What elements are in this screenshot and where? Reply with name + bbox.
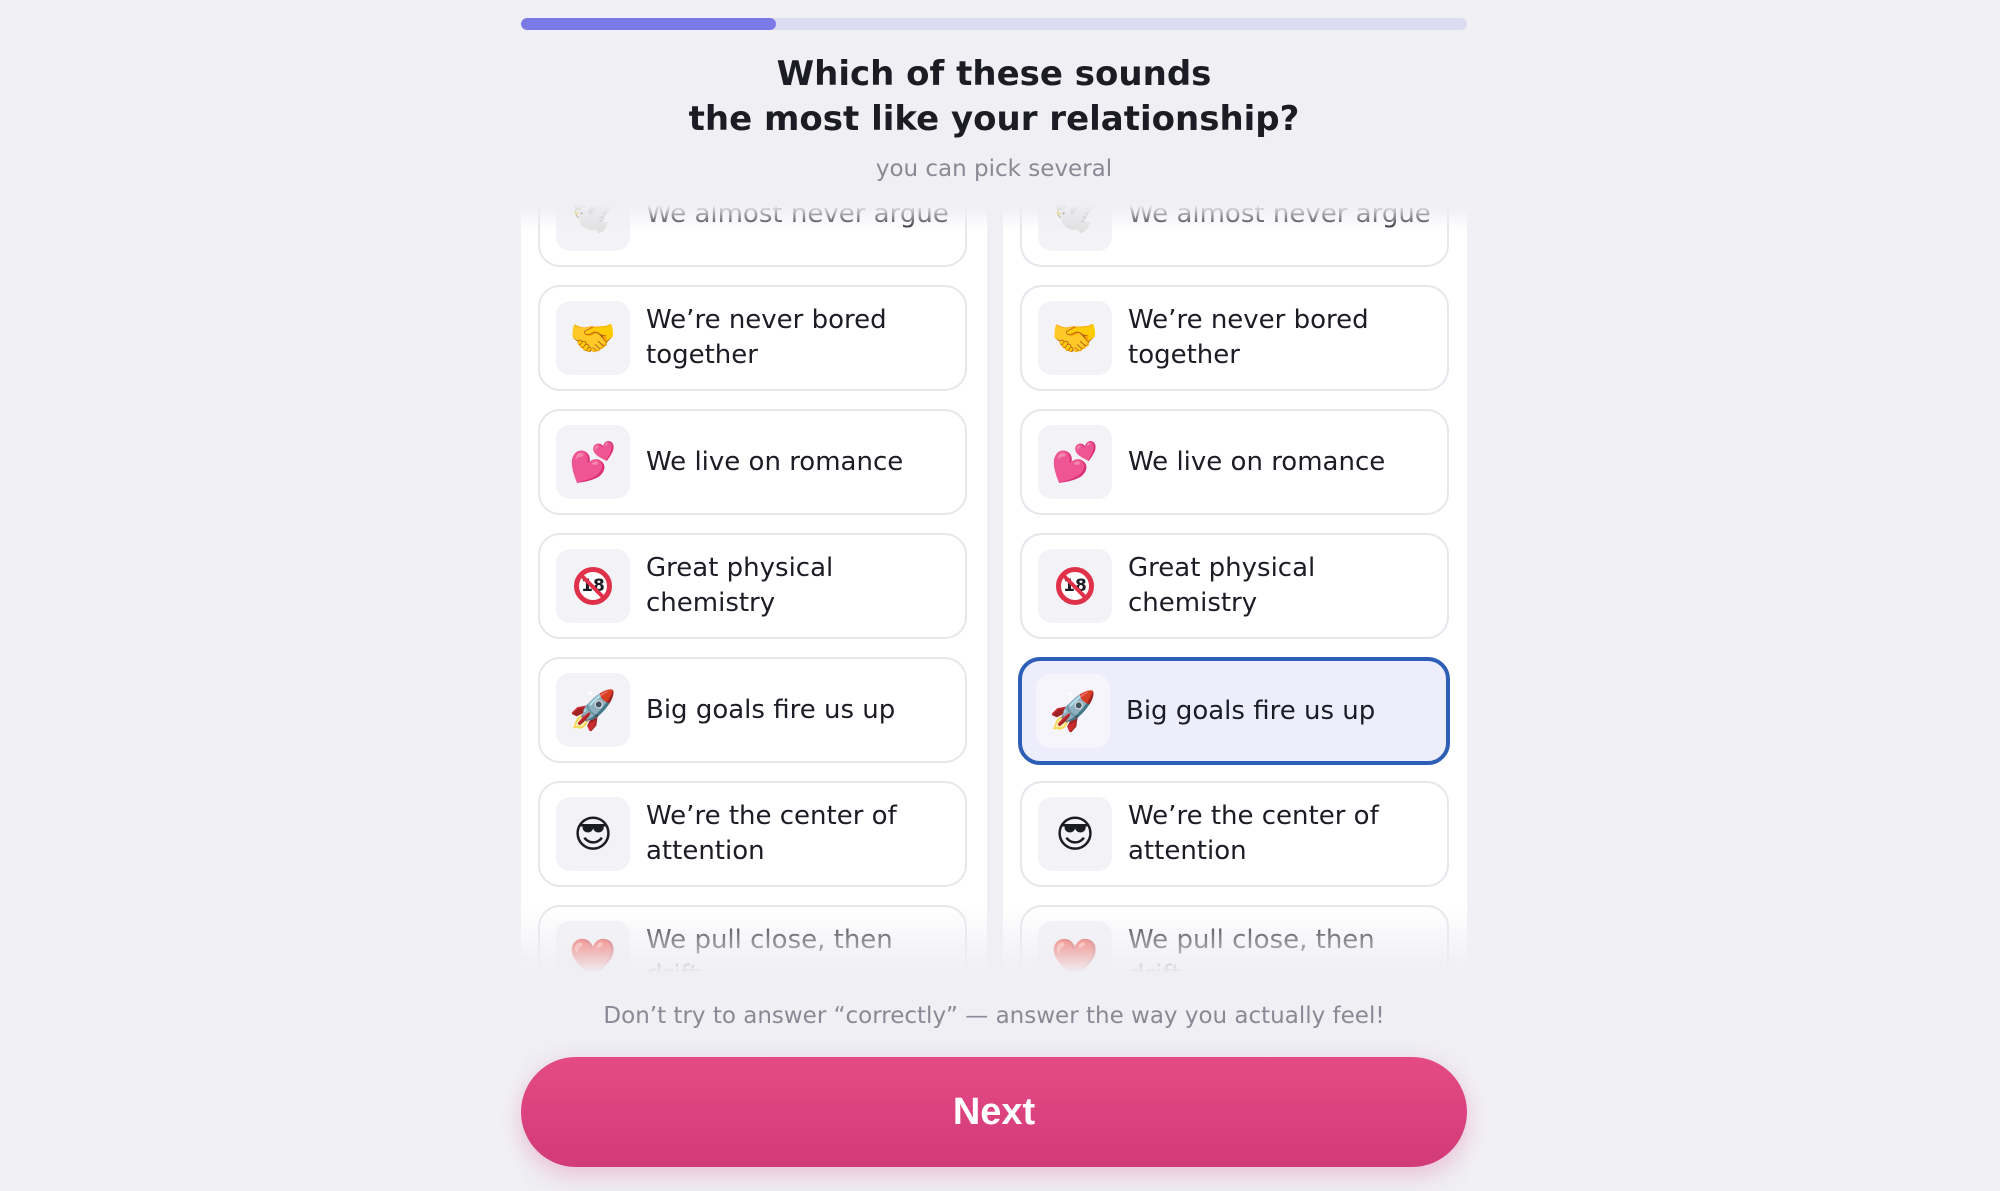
option-card[interactable]: ❤️ We pull close, then drift [538,905,967,985]
question-title: Which of these sounds the most like your… [521,52,1467,142]
heart-icon: ❤️ [569,936,617,980]
option-icon-box: 🤝 [556,301,630,375]
option-card[interactable]: 18 Great physical chemistry [538,533,967,639]
option-label: We pull close, then drift [646,925,893,985]
progress-bar-fill [521,18,777,30]
no-under-18-icon: 18 [1056,567,1094,605]
option-icon-box: 🤝 [1038,301,1112,375]
option-label: We live on romance [646,446,904,477]
hint-text: Don’t try to answer “correctly” — answer… [603,1003,1385,1029]
option-card[interactable]: 😎 We’re the center of attention [538,781,967,887]
option-label: We’re never bored together [1128,305,1369,370]
option-card[interactable]: 🚀 Big goals fire us up [1018,657,1450,765]
option-label: We almost never argue [646,205,949,229]
progress-bar [521,18,1467,30]
option-label: We’re the center of attention [646,801,897,866]
option-label: We’re never bored together [646,305,887,370]
option-label: We’re the center of attention [1128,801,1379,866]
options-area[interactable]: 🕊️ We almost never argue 🤝 We’re never bore… [521,205,1467,985]
quiz-page: Which of these sounds the most like your… [521,0,1467,1191]
heart-icon: ❤️ [1051,936,1099,980]
options-column-left[interactable]: 🕊️ We almost never argue 🤝 We’re never bore… [521,205,987,985]
option-label: Big goals fire us up [646,694,896,725]
rocket-icon: 🚀 [1049,689,1097,733]
option-card[interactable]: 😎 We’re the center of attention [1020,781,1449,887]
option-icon-box: 😎 [1038,797,1112,871]
question-title-line1: Which of these sounds [776,54,1212,94]
option-card[interactable]: 🚀 Big goals fire us up [538,657,967,763]
option-label: Big goals fire us up [1126,695,1376,726]
two-hearts-icon: 💕 [1051,440,1099,484]
option-card[interactable]: 🤝 We’re never bored together [538,285,967,391]
option-icon-box: 🚀 [556,673,630,747]
option-icon-box: ❤️ [556,921,630,985]
option-icon-box: 18 [1038,549,1112,623]
option-icon-box: 😎 [556,797,630,871]
rocket-icon: 🚀 [569,688,617,732]
dove-icon: 🕊️ [569,205,617,236]
option-card[interactable]: 💕 We live on romance [538,409,967,515]
option-icon-box: ❤️ [1038,921,1112,985]
option-label: We live on romance [1128,446,1386,477]
handshake-icon: 🤝 [569,316,617,360]
option-icon-box: 💕 [556,425,630,499]
option-card[interactable]: 💕 We live on romance [1020,409,1449,515]
sunglasses-face-icon: 😎 [1055,812,1095,856]
option-icon-box: 🕊️ [556,205,630,251]
handshake-icon: 🤝 [1051,316,1099,360]
option-label: We almost never argue [1128,205,1431,229]
dove-icon: 🕊️ [1051,205,1099,236]
option-icon-box: 🕊️ [1038,205,1112,251]
option-card[interactable]: ❤️ We pull close, then drift [1020,905,1449,985]
sunglasses-face-icon: 😎 [573,812,613,856]
option-icon-box: 💕 [1038,425,1112,499]
option-label: We pull close, then drift [1128,925,1375,985]
two-hearts-icon: 💕 [569,440,617,484]
question-subtitle: you can pick several [875,156,1113,182]
option-card[interactable]: 🕊️ We almost never argue [538,205,967,267]
option-card[interactable]: 🕊️ We almost never argue [1020,205,1449,267]
options-column-right[interactable]: 🕊️ We almost never argue 🤝 We’re never bore… [1003,205,1467,985]
question-title-line2: the most like your relationship? [688,99,1300,139]
option-label: Great physical chemistry [1128,553,1316,618]
next-button[interactable]: Next [521,1057,1467,1167]
option-label: Great physical chemistry [646,553,834,618]
option-card[interactable]: 18 Great physical chemistry [1020,533,1449,639]
option-icon-box: 🚀 [1036,674,1110,748]
no-under-18-icon: 18 [574,567,612,605]
option-card[interactable]: 🤝 We’re never bored together [1020,285,1449,391]
option-icon-box: 18 [556,549,630,623]
